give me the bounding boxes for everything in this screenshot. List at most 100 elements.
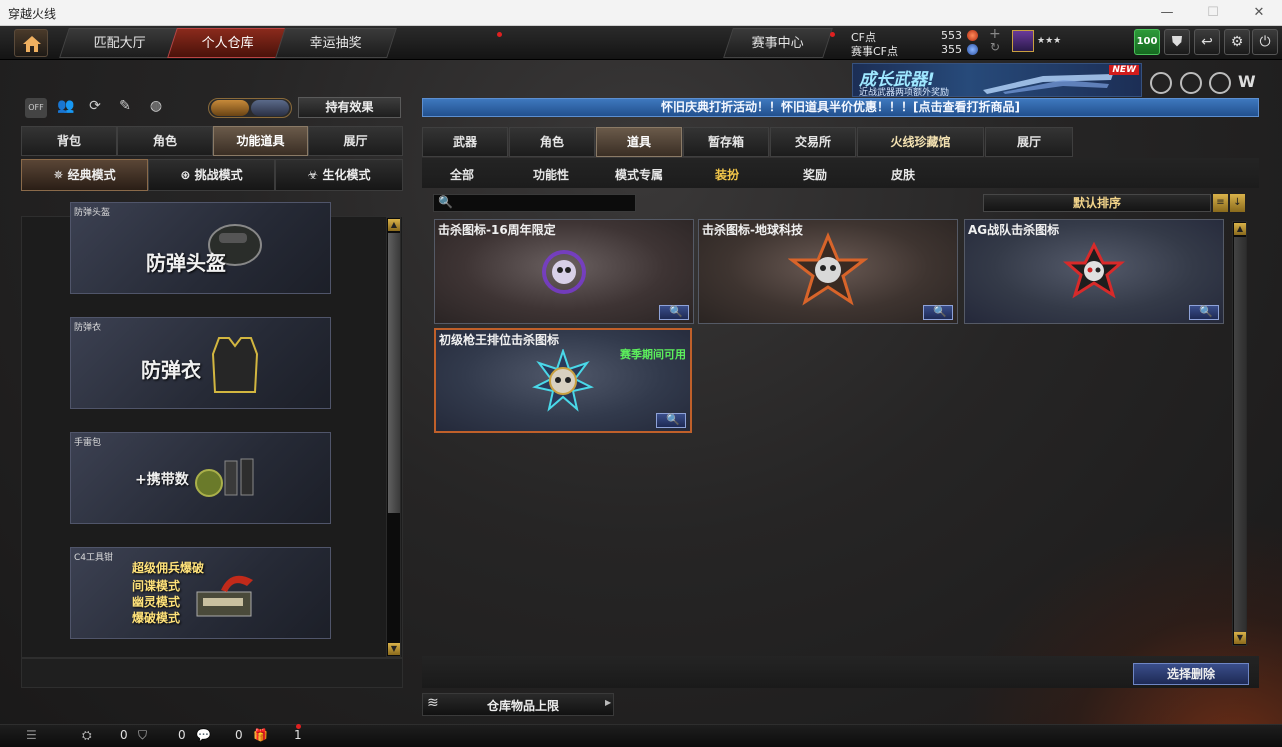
team-icon[interactable]: 👥 — [55, 98, 77, 118]
shield-icon[interactable]: ⛊ — [1164, 29, 1190, 55]
home-button[interactable] — [14, 29, 48, 57]
card-helmet[interactable]: 防弹头盔 防弹头盔 — [70, 202, 331, 294]
bag-icon[interactable]: ◍ — [145, 98, 167, 118]
promo-banner[interactable]: 成长武器! 近战武器两项额外奖励 NEW — [852, 63, 1142, 97]
subtab-mode-exclusive[interactable]: 模式专属 — [599, 164, 679, 186]
tab-weapons[interactable]: 武器 — [422, 127, 508, 157]
item-card[interactable]: AG战队击杀图标 🔍 — [964, 219, 1224, 324]
tab-character[interactable]: 角色 — [117, 126, 213, 156]
level-badge[interactable]: 100 — [1134, 29, 1160, 55]
clan-count: 0 — [178, 728, 186, 742]
left-scrollbar[interactable]: ▲ ▼ — [386, 217, 401, 657]
close-icon[interactable]: ✕ — [1236, 0, 1282, 26]
subtab-functional[interactable]: 功能性 — [511, 164, 591, 186]
home-icon — [23, 36, 41, 52]
off-toggle-icon[interactable]: OFF — [25, 98, 47, 118]
event-center-button[interactable]: 赛事中心 — [723, 28, 833, 58]
sort-select[interactable]: 默认排序 — [983, 194, 1211, 212]
chat-bubble-icon[interactable]: 💬 — [196, 728, 211, 742]
item-name: AG战队击杀图标 — [968, 223, 1060, 237]
tab-roles[interactable]: 角色 — [509, 127, 595, 157]
cf-points-value: 553 — [941, 29, 962, 42]
clan-shield-icon[interactable]: ⛉ — [138, 728, 147, 743]
grid-scroll-down-icon[interactable]: ▼ — [1234, 632, 1246, 644]
team-count: 0 — [120, 728, 128, 742]
toggle-option-a-icon[interactable] — [211, 100, 249, 116]
refresh-icon[interactable]: ↻ — [990, 40, 1000, 54]
scroll-thumb[interactable] — [388, 233, 400, 513]
chat-count: 0 — [235, 728, 243, 742]
maximize-icon[interactable]: ☐ — [1190, 0, 1236, 26]
gift-icon[interactable]: 🎁 — [253, 728, 268, 742]
mode-classic[interactable]: ✵ 经典模式 — [21, 159, 148, 191]
tab-showroom[interactable]: 展厅 — [308, 126, 403, 156]
minimize-icon[interactable]: — — [1144, 0, 1190, 26]
scroll-down-icon[interactable]: ▼ — [388, 643, 400, 655]
tab-functional-items[interactable]: 功能道具 — [213, 126, 308, 156]
app-window: 匹配大厅 个人仓库 幸运抽奖 赛事中心 CF点 553 + 赛事CF点 355 … — [0, 26, 1282, 747]
item-card[interactable]: 击杀图标-16周年限定 🔍 — [434, 219, 694, 324]
power-icon[interactable]: ⏻ — [1252, 29, 1278, 55]
zoom-icon[interactable]: 🔍 — [923, 305, 953, 320]
scroll-up-icon[interactable]: ▲ — [388, 219, 400, 231]
card-helmet-tag: 防弹头盔 — [74, 208, 111, 218]
search-icon[interactable]: 🔍 — [438, 195, 453, 209]
user-icon[interactable]: ✎ — [114, 98, 136, 118]
grid-scroll-thumb[interactable] — [1234, 237, 1246, 632]
badge-icon-2[interactable] — [1180, 72, 1202, 94]
search-input[interactable] — [454, 196, 632, 210]
mode-zombie-label: 生化模式 — [322, 168, 371, 182]
zoom-icon[interactable]: 🔍 — [656, 413, 686, 428]
layers-icon: ≋ — [427, 695, 439, 711]
zoom-icon[interactable]: 🔍 — [1189, 305, 1219, 320]
item-card-selected[interactable]: 初级枪王排位击杀图标 赛季期间可用 🔍 — [434, 328, 692, 433]
tab-lucky-draw[interactable]: 幸运抽奖 — [275, 28, 397, 58]
mode-challenge[interactable]: ⊛ 挑战模式 — [148, 159, 275, 191]
cycle-icon[interactable]: ⟳ — [84, 98, 106, 118]
card-c4-tool[interactable]: C4工具钳 超级佣兵爆破 间谍模式 幽灵模式 爆破模式 — [70, 547, 331, 639]
subtab-skins[interactable]: 皮肤 — [863, 164, 943, 186]
bottom-bar: ☰ ⛭ 0 ⛉ 0 💬 0 🎁 1 — [0, 724, 1282, 747]
subtab-all[interactable]: 全部 — [422, 164, 502, 186]
grid-scrollbar[interactable]: ▲ ▼ — [1232, 221, 1247, 646]
tab-personal-storage[interactable]: 个人仓库 — [167, 28, 289, 58]
badge-icon-1[interactable] — [1150, 72, 1172, 94]
w-logo-icon[interactable]: W — [1238, 72, 1260, 94]
toggle-option-b-icon[interactable] — [251, 100, 289, 116]
mode-zombie[interactable]: ☣ 生化模式 — [275, 159, 403, 191]
rank-emblem-icon[interactable] — [1012, 30, 1034, 52]
tab-exchange[interactable]: 交易所 — [770, 127, 856, 157]
subtab-dressup[interactable]: 装扮 — [687, 164, 767, 186]
search-box[interactable]: 🔍 — [433, 194, 636, 212]
effects-button[interactable]: 持有效果 — [298, 97, 401, 118]
item-name: 击杀图标-16周年限定 — [438, 223, 556, 237]
tab-collection[interactable]: 火线珍藏馆 — [857, 127, 984, 157]
tab-backpack[interactable]: 背包 — [21, 126, 117, 156]
badge-icon-3[interactable] — [1209, 72, 1231, 94]
settings-gear-icon[interactable]: ⚙ — [1224, 29, 1250, 55]
subtab-rewards[interactable]: 奖励 — [775, 164, 855, 186]
card-vest[interactable]: 防弹衣 防弹衣 — [70, 317, 331, 409]
banner-subtitle: 近战武器两项额外奖励 — [859, 88, 950, 97]
card-c4-tag: C4工具钳 — [74, 553, 114, 563]
side-toggle[interactable] — [208, 98, 292, 118]
tab-items[interactable]: 道具 — [596, 127, 682, 157]
c4-mode-1: 超级佣兵爆破 — [132, 561, 205, 575]
item-card[interactable]: 击杀图标-地球科技 🔍 — [698, 219, 958, 324]
tab-showroom-right[interactable]: 展厅 — [985, 127, 1073, 157]
card-grenade-pack[interactable]: 手雷包 +携带数 — [70, 432, 331, 524]
team-members-icon[interactable]: ⛭ — [82, 728, 92, 743]
promo-notice[interactable]: 怀旧庆典打折活动！！怀旧道具半价优惠！！！[点击查看打折商品] — [422, 98, 1259, 117]
storage-capacity-button[interactable]: ≋ 仓库物品上限 ▶ — [422, 693, 614, 716]
select-delete-button[interactable]: 选择删除 — [1133, 663, 1249, 685]
grid-scroll-up-icon[interactable]: ▲ — [1234, 223, 1246, 235]
list-view-icon[interactable]: ≡ — [1213, 194, 1228, 212]
sort-direction-icon[interactable]: ↓ — [1230, 194, 1245, 212]
tab-temp-box[interactable]: 暂存箱 — [683, 127, 769, 157]
weapon-icon — [983, 74, 1113, 94]
return-icon[interactable]: ↩ — [1194, 29, 1220, 55]
rank-stars-icon: ★★★ — [1037, 36, 1062, 46]
zoom-icon[interactable]: 🔍 — [659, 305, 689, 320]
menu-list-icon[interactable]: ☰ — [26, 728, 37, 742]
tab-match-hall[interactable]: 匹配大厅 — [59, 28, 181, 58]
